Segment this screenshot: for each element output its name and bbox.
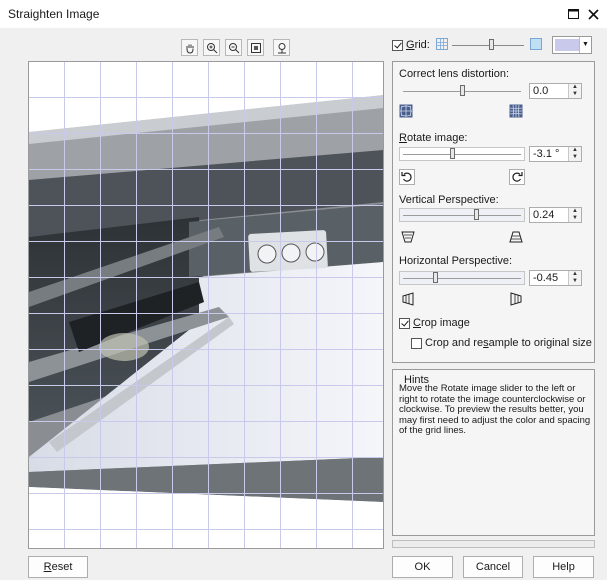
rotate-image-slider[interactable] <box>399 147 525 161</box>
grid-color-picker[interactable]: ▼ <box>552 36 592 54</box>
actual-size-button[interactable] <box>273 39 290 56</box>
grid-size-slider[interactable] <box>452 38 524 52</box>
ok-button[interactable]: OK <box>392 556 453 578</box>
grid-small-icon <box>436 38 448 50</box>
lens-distortion-spinner[interactable]: ▲ ▼ <box>568 84 581 98</box>
grid-large-icon <box>530 38 542 50</box>
rotate-image-slider-thumb[interactable] <box>450 148 455 159</box>
lens-distortion-slider-thumb[interactable] <box>460 85 465 96</box>
grid-checkbox[interactable] <box>392 40 403 51</box>
rotate-image-spinner[interactable]: ▲ ▼ <box>568 147 581 161</box>
rotate-ccw-button[interactable] <box>399 169 415 185</box>
lens-distortion-label: Correct lens distortion: <box>399 68 510 80</box>
rotate-image-input[interactable]: -3.1 ° ▲ ▼ <box>529 146 582 162</box>
horizontal-perspective-label: Horizontal Perspective: <box>399 255 513 267</box>
perspective-top-narrow-icon[interactable] <box>401 230 415 244</box>
rotate-cw-icon <box>512 172 523 182</box>
help-button[interactable]: Help <box>533 556 594 578</box>
hand-pan-icon <box>186 44 193 54</box>
vertical-perspective-slider-thumb[interactable] <box>474 209 479 220</box>
lens-distortion-slider[interactable] <box>399 84 525 98</box>
zoom-in-icon <box>206 42 217 53</box>
fit-to-window-icon <box>250 42 261 53</box>
horizontal-perspective-slider-thumb[interactable] <box>433 272 438 283</box>
rotate-cw-button[interactable] <box>509 169 525 185</box>
perspective-bottom-narrow-icon[interactable] <box>509 230 523 244</box>
zoom-in-button[interactable] <box>203 39 220 56</box>
zoom-out-icon <box>228 42 239 53</box>
rotate-image-label: Rotate image: <box>399 132 468 144</box>
hints-panel: Hints Move the Rotate image slider to th… <box>392 369 595 536</box>
crop-resample-label: Crop and resample to original size <box>425 337 592 349</box>
cancel-button[interactable]: Cancel <box>463 556 523 578</box>
lens-distortion-input[interactable]: 0.0 ▲ ▼ <box>529 83 582 99</box>
maximize-icon <box>567 9 579 19</box>
chevron-down-icon: ▼ <box>579 37 591 53</box>
horizontal-perspective-input[interactable]: -0.45 ▲ ▼ <box>529 270 582 286</box>
vertical-perspective-spinner[interactable]: ▲ ▼ <box>568 208 581 222</box>
crop-image-checkbox[interactable] <box>399 318 410 329</box>
preview-image <box>29 62 383 548</box>
perspective-left-narrow-icon[interactable] <box>401 292 415 306</box>
perspective-right-narrow-icon[interactable] <box>509 292 523 306</box>
close-icon <box>587 8 599 20</box>
image-preview[interactable] <box>28 61 384 549</box>
rotate-ccw-icon <box>401 172 412 182</box>
fit-to-window-button[interactable] <box>247 39 264 56</box>
window-title: Straighten Image <box>8 7 100 21</box>
actual-size-icon <box>277 42 286 53</box>
crop-resample-checkbox[interactable] <box>411 338 422 349</box>
barrel-distortion-icon[interactable] <box>399 104 413 118</box>
maximize-button[interactable] <box>564 5 582 23</box>
adjustments-panel: Correct lens distortion: 0.0 ▲ ▼ Rotate i… <box>392 61 595 363</box>
grid-size-slider-thumb[interactable] <box>489 39 494 50</box>
hints-text: Move the Rotate image slider to the left… <box>399 383 591 437</box>
crop-image-label: Crop image <box>413 317 470 329</box>
status-bar <box>392 540 595 548</box>
zoom-out-button[interactable] <box>225 39 242 56</box>
vertical-perspective-input[interactable]: 0.24 ▲ ▼ <box>529 207 582 223</box>
close-button[interactable] <box>584 5 602 23</box>
pincushion-distortion-icon[interactable] <box>509 104 523 118</box>
pan-tool-button[interactable] <box>181 39 198 56</box>
horizontal-perspective-spinner[interactable]: ▲ ▼ <box>568 271 581 285</box>
vertical-perspective-slider[interactable] <box>399 208 525 222</box>
reset-button[interactable]: Reset <box>28 556 88 578</box>
vertical-perspective-label: Vertical Perspective: <box>399 194 499 206</box>
horizontal-perspective-slider[interactable] <box>399 271 525 285</box>
grid-label: Grid: <box>406 39 430 51</box>
